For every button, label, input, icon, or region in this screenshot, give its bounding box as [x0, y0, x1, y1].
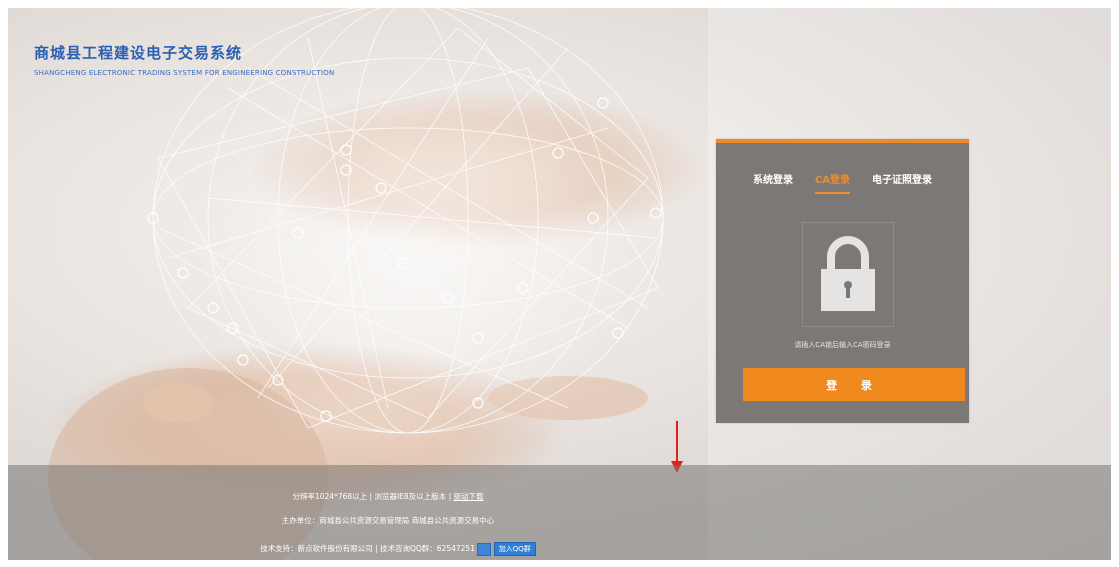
login-tabs: 系统登录 CA登录 电子证照登录: [716, 171, 969, 194]
footer: 分辨率1024*768以上 | 浏览器IE8及以上版本 | 驱动下载 主办单位：…: [8, 465, 1111, 560]
tech-support-text: 技术支持：新点软件股份有限公司: [260, 544, 373, 553]
site-title: 商城县工程建设电子交易系统: [34, 44, 243, 62]
brand-header: 商城县工程建设电子交易系统 SHANGCHENG ELECTRONIC TRAD…: [34, 42, 334, 77]
browser-note: 浏览器IE8及以上版本: [374, 492, 447, 501]
lock-icon: [821, 236, 875, 311]
organizer-text: 主办单位：商城县公共资源交易管理局: [281, 516, 410, 525]
qq-group-text: 技术咨询QQ群：62547251: [380, 544, 475, 553]
page-background: 商城县工程建设电子交易系统 SHANGCHENG ELECTRONIC TRAD…: [8, 8, 1111, 560]
tab-system-login[interactable]: 系统登录: [753, 171, 793, 194]
lock-frame: [802, 222, 894, 327]
trading-center-text: 商城县公共资源交易中心: [411, 516, 495, 525]
login-panel: 系统登录 CA登录 电子证照登录 请插入CA锁后输入CA密码登录 登 录: [716, 139, 969, 423]
login-hint: 请插入CA锁后输入CA密码登录: [794, 341, 891, 349]
qq-avatar-icon: [477, 542, 492, 556]
login-button[interactable]: 登 录: [743, 368, 965, 401]
tab-ca-login[interactable]: CA登录: [814, 171, 851, 194]
join-qq-group-button[interactable]: 加入QQ群: [493, 542, 536, 556]
footer-row-requirements: 分辨率1024*768以上 | 浏览器IE8及以上版本 | 驱动下载: [292, 492, 484, 501]
driver-download-link[interactable]: 驱动下载: [454, 492, 484, 501]
site-subtitle: SHANGCHENG ELECTRONIC TRADING SYSTEM FOR…: [34, 69, 335, 77]
tab-e-license-login[interactable]: 电子证照登录: [872, 171, 932, 194]
resolution-note: 分辨率1024*768以上: [292, 492, 368, 501]
footer-row-organizer: 主办单位：商城县公共资源交易管理局 商城县公共资源交易中心: [118, 515, 658, 526]
footer-row-support: 技术支持：新点软件股份有限公司 | 技术咨询QQ群：62547251 加入QQ群: [118, 542, 678, 556]
